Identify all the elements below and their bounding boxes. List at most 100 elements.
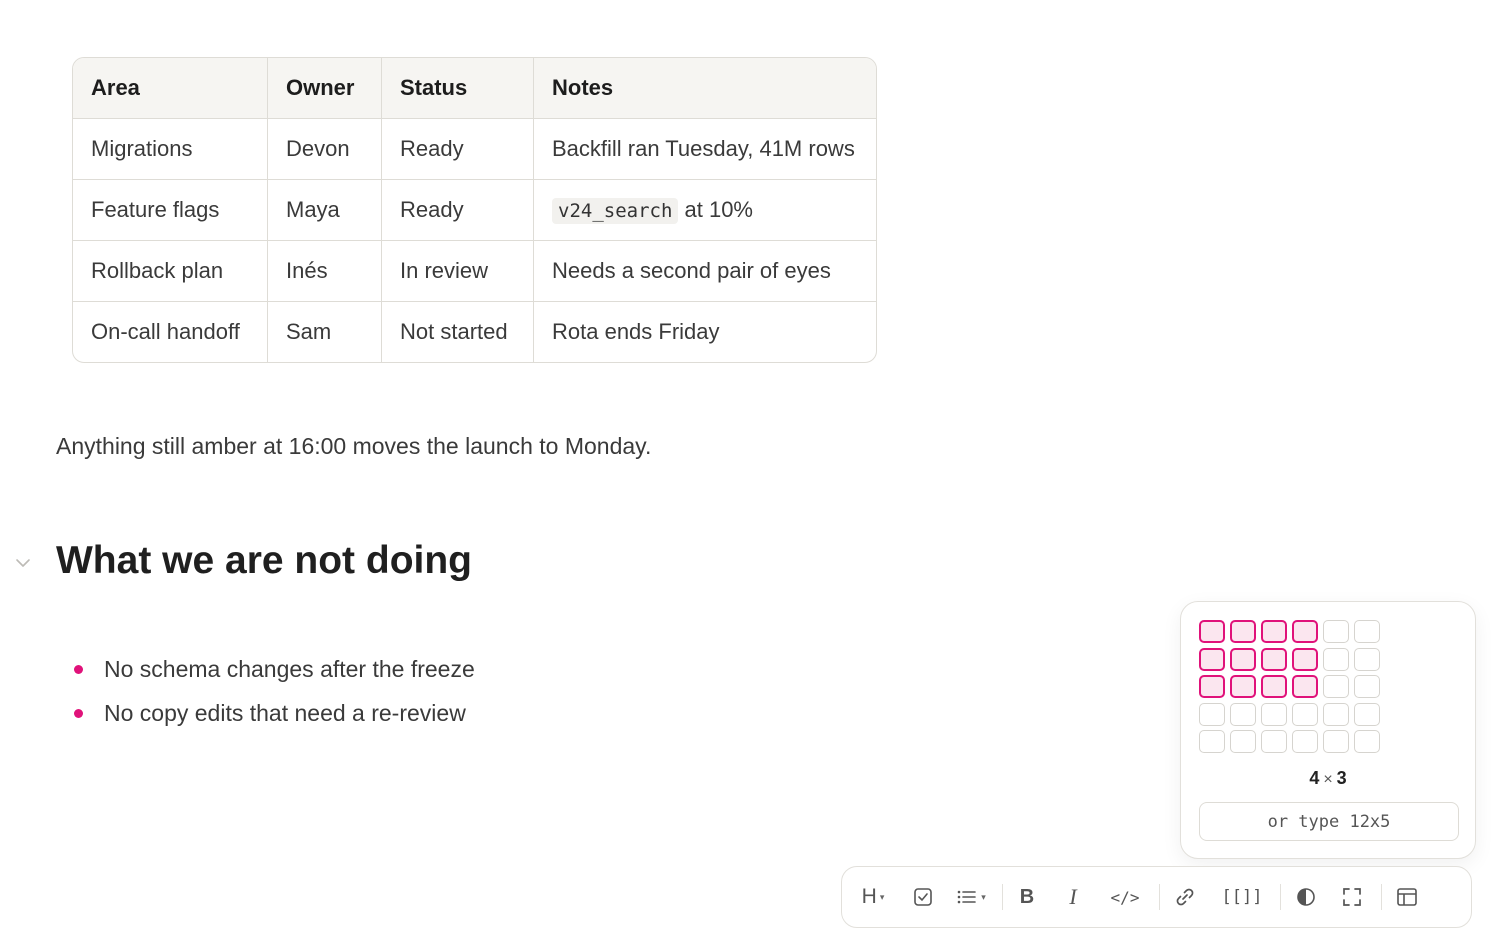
grid-cell[interactable] — [1354, 702, 1380, 726]
grid-cell[interactable] — [1292, 647, 1318, 671]
grid-cell[interactable] — [1199, 730, 1225, 753]
toolbar-divider — [1280, 884, 1281, 910]
wikilink-button[interactable]: [[]] — [1218, 877, 1266, 917]
paragraph[interactable]: Anything still amber at 16:00 moves the … — [56, 433, 651, 460]
heading-label: H — [861, 885, 877, 908]
cell-status[interactable]: Not started — [382, 302, 534, 362]
cell-owner[interactable]: Devon — [268, 119, 382, 180]
cell-area[interactable]: Feature flags — [73, 180, 268, 241]
grid-cell[interactable] — [1292, 730, 1318, 753]
fullscreen-button[interactable] — [1337, 877, 1367, 917]
cell-area[interactable]: Rollback plan — [73, 241, 268, 302]
selected-rows: 3 — [1336, 768, 1347, 788]
table-row: Migrations Devon Ready Backfill ran Tues… — [73, 119, 876, 180]
code-button[interactable]: </> — [1105, 877, 1145, 917]
table-size-grid — [1199, 620, 1380, 753]
grid-cell[interactable] — [1323, 675, 1349, 698]
table-row: On-call handoff Sam Not started Rota end… — [73, 302, 876, 362]
cell-notes[interactable]: Rota ends Friday — [534, 302, 876, 362]
cell-status[interactable]: Ready — [382, 119, 534, 180]
table-row: Feature flags Maya Ready v24_search at 1… — [73, 180, 876, 241]
cell-owner[interactable]: Inés — [268, 241, 382, 302]
link-icon — [1176, 888, 1194, 906]
bold-button[interactable]: B — [1013, 877, 1041, 917]
grid-cell[interactable] — [1199, 647, 1225, 671]
list-item-text: No schema changes after the freeze — [104, 655, 475, 682]
grid-cell[interactable] — [1354, 647, 1380, 671]
grid-cell[interactable] — [1354, 730, 1380, 753]
cell-notes[interactable]: Backfill ran Tuesday, 41M rows — [534, 119, 876, 180]
column-header-owner[interactable]: Owner — [268, 58, 382, 119]
cell-owner[interactable]: Maya — [268, 180, 382, 241]
grid-cell[interactable] — [1261, 702, 1287, 726]
grid-cell[interactable] — [1323, 647, 1349, 671]
table-icon — [1397, 888, 1417, 906]
table-row: Rollback plan Inés In review Needs a sec… — [73, 241, 876, 302]
italic-button[interactable]: I — [1059, 877, 1087, 917]
grid-cell[interactable] — [1261, 675, 1287, 698]
grid-cell[interactable] — [1230, 647, 1256, 671]
grid-cell[interactable] — [1230, 620, 1256, 643]
heading-button[interactable]: H ▾ — [860, 877, 886, 917]
table-size-label: 4 × 3 — [1181, 768, 1475, 789]
inline-code: v24_search — [552, 198, 679, 224]
grid-cell[interactable] — [1261, 647, 1287, 671]
insert-table-button[interactable] — [1392, 877, 1422, 917]
formatting-toolbar: H ▾ ▾ B I </> [[]] — [841, 866, 1472, 928]
toolbar-divider — [1002, 884, 1003, 910]
grid-cell[interactable] — [1292, 675, 1318, 698]
grid-cell[interactable] — [1230, 675, 1256, 698]
chevron-down-icon: ▾ — [879, 891, 885, 902]
toolbar-divider — [1159, 884, 1160, 910]
bullet-list-button[interactable]: ▾ — [954, 877, 988, 917]
checkbox-button[interactable] — [908, 877, 938, 917]
bullet-dot-icon — [74, 708, 83, 718]
grid-cell[interactable] — [1199, 702, 1225, 726]
cell-status[interactable]: In review — [382, 241, 534, 302]
section-heading[interactable]: What we are not doing — [56, 539, 472, 583]
collapse-chevron-icon[interactable] — [13, 553, 33, 573]
cell-owner[interactable]: Sam — [268, 302, 382, 362]
grid-cell[interactable] — [1199, 620, 1225, 643]
grid-cell[interactable] — [1230, 702, 1256, 726]
grid-cell[interactable] — [1292, 620, 1318, 643]
grid-cell[interactable] — [1323, 730, 1349, 753]
cell-notes[interactable]: v24_search at 10% — [534, 180, 876, 241]
checkbox-icon — [914, 888, 932, 906]
toolbar-divider — [1381, 884, 1382, 910]
grid-cell[interactable] — [1354, 675, 1380, 698]
cell-status[interactable]: Ready — [382, 180, 534, 241]
grid-cell[interactable] — [1230, 730, 1256, 753]
cell-notes[interactable]: Needs a second pair of eyes — [534, 241, 876, 302]
column-header-status[interactable]: Status — [382, 58, 534, 119]
grid-cell[interactable] — [1323, 620, 1349, 643]
link-button[interactable] — [1170, 877, 1200, 917]
bullet-dot-icon — [74, 664, 83, 674]
column-header-area[interactable]: Area — [73, 58, 268, 119]
column-header-notes[interactable]: Notes — [534, 58, 876, 119]
cell-area[interactable]: On-call handoff — [73, 302, 268, 362]
list-item-text: No copy edits that need a re-review — [104, 699, 466, 726]
list-item[interactable]: No copy edits that need a re-review — [72, 691, 475, 735]
times-sign: × — [1323, 771, 1333, 788]
list-item[interactable]: No schema changes after the freeze — [72, 647, 475, 691]
theme-toggle-button[interactable] — [1291, 877, 1321, 917]
grid-cell[interactable] — [1261, 620, 1287, 643]
grid-cell[interactable] — [1261, 730, 1287, 753]
bullet-list: No schema changes after the freeze No co… — [72, 647, 475, 735]
list-icon — [957, 890, 977, 904]
table-header-row: Area Owner Status Notes — [73, 58, 876, 119]
grid-cell[interactable] — [1292, 702, 1318, 726]
cell-notes-text: at 10% — [678, 197, 754, 222]
cell-area[interactable]: Migrations — [73, 119, 268, 180]
chevron-down-icon: ▾ — [981, 891, 986, 902]
table-size-input[interactable] — [1199, 802, 1459, 841]
grid-cell[interactable] — [1199, 675, 1225, 698]
expand-icon — [1343, 888, 1361, 906]
contrast-icon — [1297, 888, 1315, 906]
selected-columns: 4 — [1309, 768, 1320, 788]
status-table: Area Owner Status Notes Migrations Devon… — [72, 57, 877, 363]
grid-cell[interactable] — [1323, 702, 1349, 726]
grid-cell[interactable] — [1354, 620, 1380, 643]
table-size-picker: 4 × 3 — [1180, 601, 1476, 859]
